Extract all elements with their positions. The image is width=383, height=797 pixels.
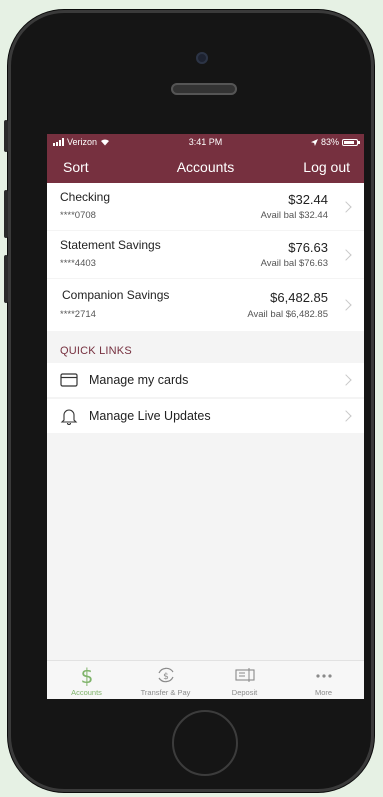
chevron-right-icon [340,410,352,422]
volume-down-button [4,255,8,303]
tab-label: Deposit [231,688,258,697]
account-balance: $32.44 [288,192,328,207]
check-deposit-icon [205,664,284,686]
chevron-right-icon [340,201,352,213]
accounts-content: Checking ****0708 $32.44 Avail bal $32.4… [47,183,364,660]
tab-more[interactable]: More [284,661,363,699]
battery-percent: 83% [320,137,339,147]
nav-bar: Sort Accounts Log out [47,151,364,183]
status-right: 83% [310,137,360,147]
chevron-right-icon [340,299,352,311]
account-row-statement-savings[interactable]: Statement Savings ****4403 $76.63 Avail … [47,231,364,278]
tab-label: Accounts [71,688,102,697]
tab-label: More [314,688,333,697]
tab-label: Transfer & Pay [140,688,191,697]
card-icon [59,371,79,389]
available-balance: Avail bal $76.63 [260,258,328,269]
quick-link-manage-cards[interactable]: Manage my cards [47,363,364,397]
front-camera [196,52,208,64]
earpiece-speaker [171,83,237,95]
bell-icon [59,407,79,425]
account-row-companion-savings[interactable]: Companion Savings ****2714 $6,482.85 Ava… [47,279,364,331]
battery-icon [342,138,360,146]
app-screen: Verizon 3:41 PM 83% Sort Accounts Log ou… [47,134,364,699]
more-dots-icon [284,664,363,686]
phone-frame: Verizon 3:41 PM 83% Sort Accounts Log ou… [4,10,374,792]
dollar-icon: $ [47,664,126,688]
account-name: Checking [60,190,111,204]
quick-link-live-updates[interactable]: Manage Live Updates [47,399,364,433]
volume-up-button [4,190,8,238]
account-balance: $76.63 [288,240,328,255]
account-row-checking[interactable]: Checking ****0708 $32.44 Avail bal $32.4… [47,183,364,230]
home-button[interactable] [172,710,238,776]
account-number: ****4403 [60,258,96,269]
quick-links-header: QUICK LINKS [60,345,132,357]
transfer-icon: $ [126,664,205,686]
tab-deposit[interactable]: Deposit [205,661,284,699]
account-number: ****0708 [60,210,96,221]
logout-button[interactable]: Log out [303,159,350,175]
chevron-right-icon [340,374,352,386]
tab-transfer-pay[interactable]: $ Transfer & Pay [126,661,205,699]
status-bar: Verizon 3:41 PM 83% [47,134,364,151]
account-number: ****2714 [60,309,96,320]
svg-text:$: $ [163,672,169,682]
tab-bar: $ Accounts $ Transfer & Pay Deposit More [47,660,364,699]
svg-text:$: $ [80,664,93,686]
tab-accounts[interactable]: $ Accounts [47,661,126,699]
available-balance: Avail bal $32.44 [260,210,328,221]
quick-link-label: Manage my cards [89,373,189,387]
account-name: Companion Savings [62,288,170,302]
chevron-right-icon [340,249,352,261]
available-balance: Avail bal $6,482.85 [247,309,328,320]
mute-switch [4,120,8,152]
account-balance: $6,482.85 [270,290,328,305]
quick-link-label: Manage Live Updates [89,409,211,423]
account-name: Statement Savings [60,238,161,252]
location-arrow-icon [310,138,318,146]
